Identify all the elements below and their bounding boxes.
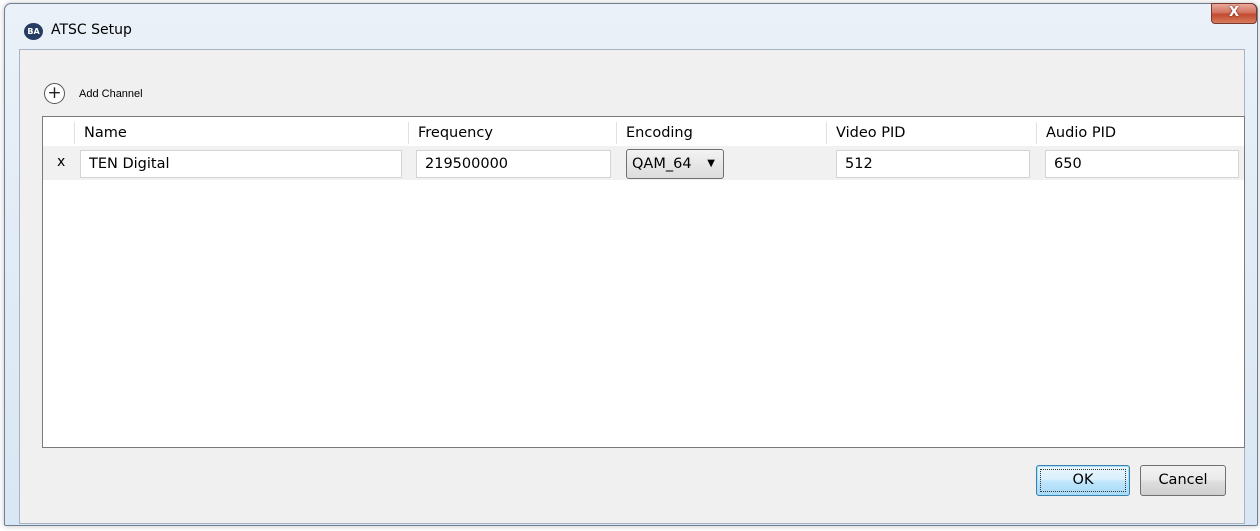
grid-header: Name Frequency Encoding Video PID Audio … xyxy=(43,117,1244,146)
close-button[interactable]: X xyxy=(1211,3,1257,24)
channel-grid: Name Frequency Encoding Video PID Audio … xyxy=(42,116,1245,448)
add-channel-label: Add Channel xyxy=(79,87,143,100)
cancel-button-label: Cancel xyxy=(1158,472,1208,488)
cancel-button[interactable]: Cancel xyxy=(1140,465,1226,496)
app-icon: BA xyxy=(24,23,43,40)
column-header-audio-pid: Audio PID xyxy=(1036,122,1244,144)
plus-icon: + xyxy=(44,83,65,104)
chevron-down-icon: ▼ xyxy=(707,158,715,169)
audio-pid-field[interactable] xyxy=(1045,150,1239,178)
video-pid-field[interactable] xyxy=(836,150,1030,178)
encoding-value: QAM_64 xyxy=(632,156,692,172)
focus-rectangle xyxy=(1040,469,1126,492)
name-field[interactable] xyxy=(80,150,402,178)
frequency-field[interactable] xyxy=(416,150,611,178)
close-icon: X xyxy=(1228,5,1240,20)
add-channel-button[interactable]: + Add Channel xyxy=(44,83,143,104)
dialog-window: BA ATSC Setup X + Add Channel Name Frequ… xyxy=(4,3,1258,526)
window-title: ATSC Setup xyxy=(51,22,132,38)
ok-button[interactable]: OK xyxy=(1036,465,1130,496)
encoding-select[interactable]: QAM_64 ▼ xyxy=(626,149,724,179)
column-header-video-pid: Video PID xyxy=(826,122,1036,144)
title-bar[interactable]: BA ATSC Setup X xyxy=(5,3,1257,44)
column-header-frequency: Frequency xyxy=(408,122,616,144)
column-header-name: Name xyxy=(74,122,408,144)
column-header-encoding: Encoding xyxy=(616,122,826,144)
table-row: x QAM_64 ▼ xyxy=(43,146,1244,180)
dialog-content: + Add Channel Name Frequency Encoding Vi… xyxy=(19,49,1245,524)
delete-row-button[interactable]: x xyxy=(57,154,65,170)
